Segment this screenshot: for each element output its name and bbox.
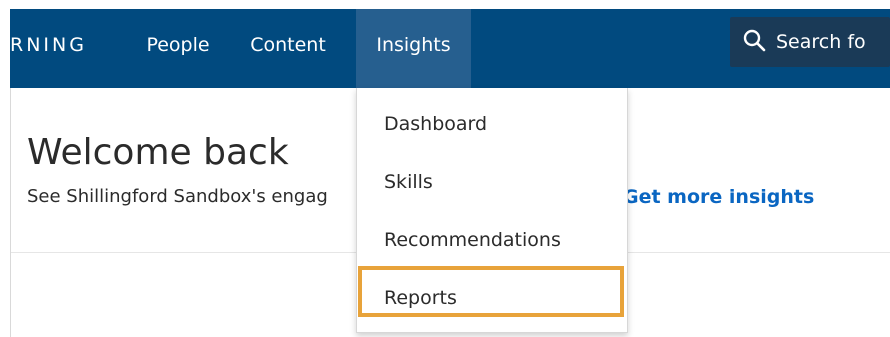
search-input[interactable]: Search fo — [776, 17, 866, 67]
menu-item-recommendations[interactable]: Recommendations — [357, 215, 627, 265]
menu-item-reports[interactable]: Reports — [357, 273, 627, 323]
page-title: Welcome back — [27, 132, 289, 173]
top-navigation-bar: RNING People Content Insights Search fo — [10, 9, 890, 88]
get-more-insights-link[interactable]: Get more insights — [623, 186, 814, 208]
brand-logo-text[interactable]: RNING — [10, 9, 87, 88]
menu-item-skills[interactable]: Skills — [357, 157, 627, 207]
search-icon — [743, 29, 766, 52]
page-subtitle: See Shillingford Sandbox's engag — [27, 186, 328, 207]
nav-item-people[interactable]: People — [128, 9, 228, 88]
window-top-strip — [0, 0, 890, 9]
insights-dropdown-menu: Dashboard Skills Recommendations Reports — [356, 88, 628, 333]
nav-item-content[interactable]: Content — [238, 9, 338, 88]
nav-item-insights[interactable]: Insights — [356, 9, 471, 88]
menu-item-dashboard[interactable]: Dashboard — [357, 99, 627, 149]
search-box[interactable]: Search fo — [730, 17, 890, 67]
